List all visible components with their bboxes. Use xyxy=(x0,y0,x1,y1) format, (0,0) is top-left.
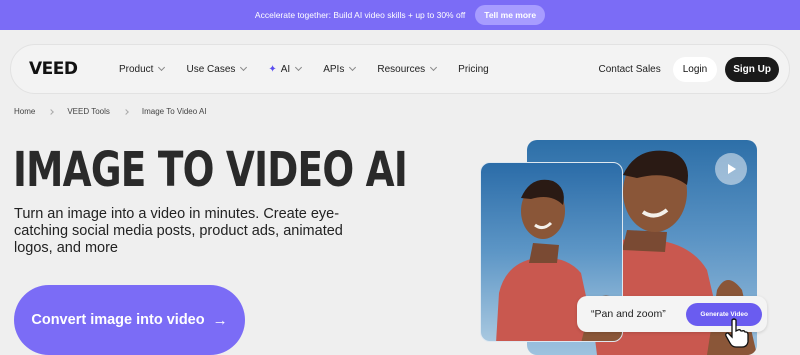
promo-banner: Accelerate together: Build AI video skil… xyxy=(0,0,800,30)
breadcrumb-current: Image To Video AI xyxy=(141,107,207,116)
breadcrumb-veed-tools[interactable]: VEED Tools xyxy=(67,107,110,116)
chevron-right-icon xyxy=(48,108,55,115)
veed-logo[interactable]: VEED xyxy=(29,59,119,79)
nav-item-product[interactable]: Product xyxy=(119,64,176,75)
promo-text: Accelerate together: Build AI video skil… xyxy=(254,10,466,20)
convert-image-button[interactable]: Convert image into video → xyxy=(14,285,245,355)
breadcrumb: Home VEED Tools Image To Video AI xyxy=(14,107,207,116)
nav-item-label: APIs xyxy=(323,63,345,75)
sparkle-icon: ✦ xyxy=(268,63,277,75)
page-title: IMAGE TO VIDEO AI xyxy=(13,142,408,198)
tell-me-more-button[interactable]: Tell me more xyxy=(475,5,546,25)
chevron-down-icon xyxy=(349,63,357,72)
nav-item-use-cases[interactable]: Use Cases xyxy=(186,64,258,75)
top-navigation: VEED Product Use Cases ✦ AI APIs Resourc… xyxy=(10,44,790,94)
arrow-right-icon: → xyxy=(212,311,228,329)
nav-item-ai[interactable]: ✦ AI xyxy=(268,64,313,75)
hand-pointer-icon xyxy=(725,318,749,348)
prompt-text: “Pan and zoom” xyxy=(591,308,666,320)
nav-item-apis[interactable]: APIs xyxy=(323,64,367,75)
chevron-down-icon xyxy=(158,63,166,72)
nav-item-label: Product xyxy=(119,63,154,75)
breadcrumb-home[interactable]: Home xyxy=(14,107,35,116)
cta-label: Convert image into video xyxy=(31,312,205,328)
chevron-down-icon xyxy=(430,63,438,72)
nav-item-resources[interactable]: Resources xyxy=(377,64,448,75)
nav-item-label: Resources xyxy=(377,63,426,75)
nav-item-label: Use Cases xyxy=(186,63,236,75)
login-button[interactable]: Login xyxy=(672,56,718,82)
play-icon xyxy=(728,164,736,174)
nav-item-label: AI xyxy=(280,63,291,75)
chevron-down-icon xyxy=(240,63,248,72)
chevron-down-icon xyxy=(295,63,303,72)
nav-menu: Product Use Cases ✦ AI APIs Resources Pr… xyxy=(119,64,511,75)
chevron-right-icon xyxy=(123,108,129,115)
play-button[interactable] xyxy=(715,153,747,185)
nav-item-label: Pricing xyxy=(458,63,489,75)
nav-item-pricing[interactable]: Pricing xyxy=(458,64,501,75)
nav-actions: Contact Sales Login Sign Up xyxy=(598,56,779,82)
contact-sales-link[interactable]: Contact Sales xyxy=(598,64,660,75)
hero-subtitle: Turn an image into a video in minutes. C… xyxy=(14,206,343,256)
sign-up-button[interactable]: Sign Up xyxy=(725,56,779,82)
